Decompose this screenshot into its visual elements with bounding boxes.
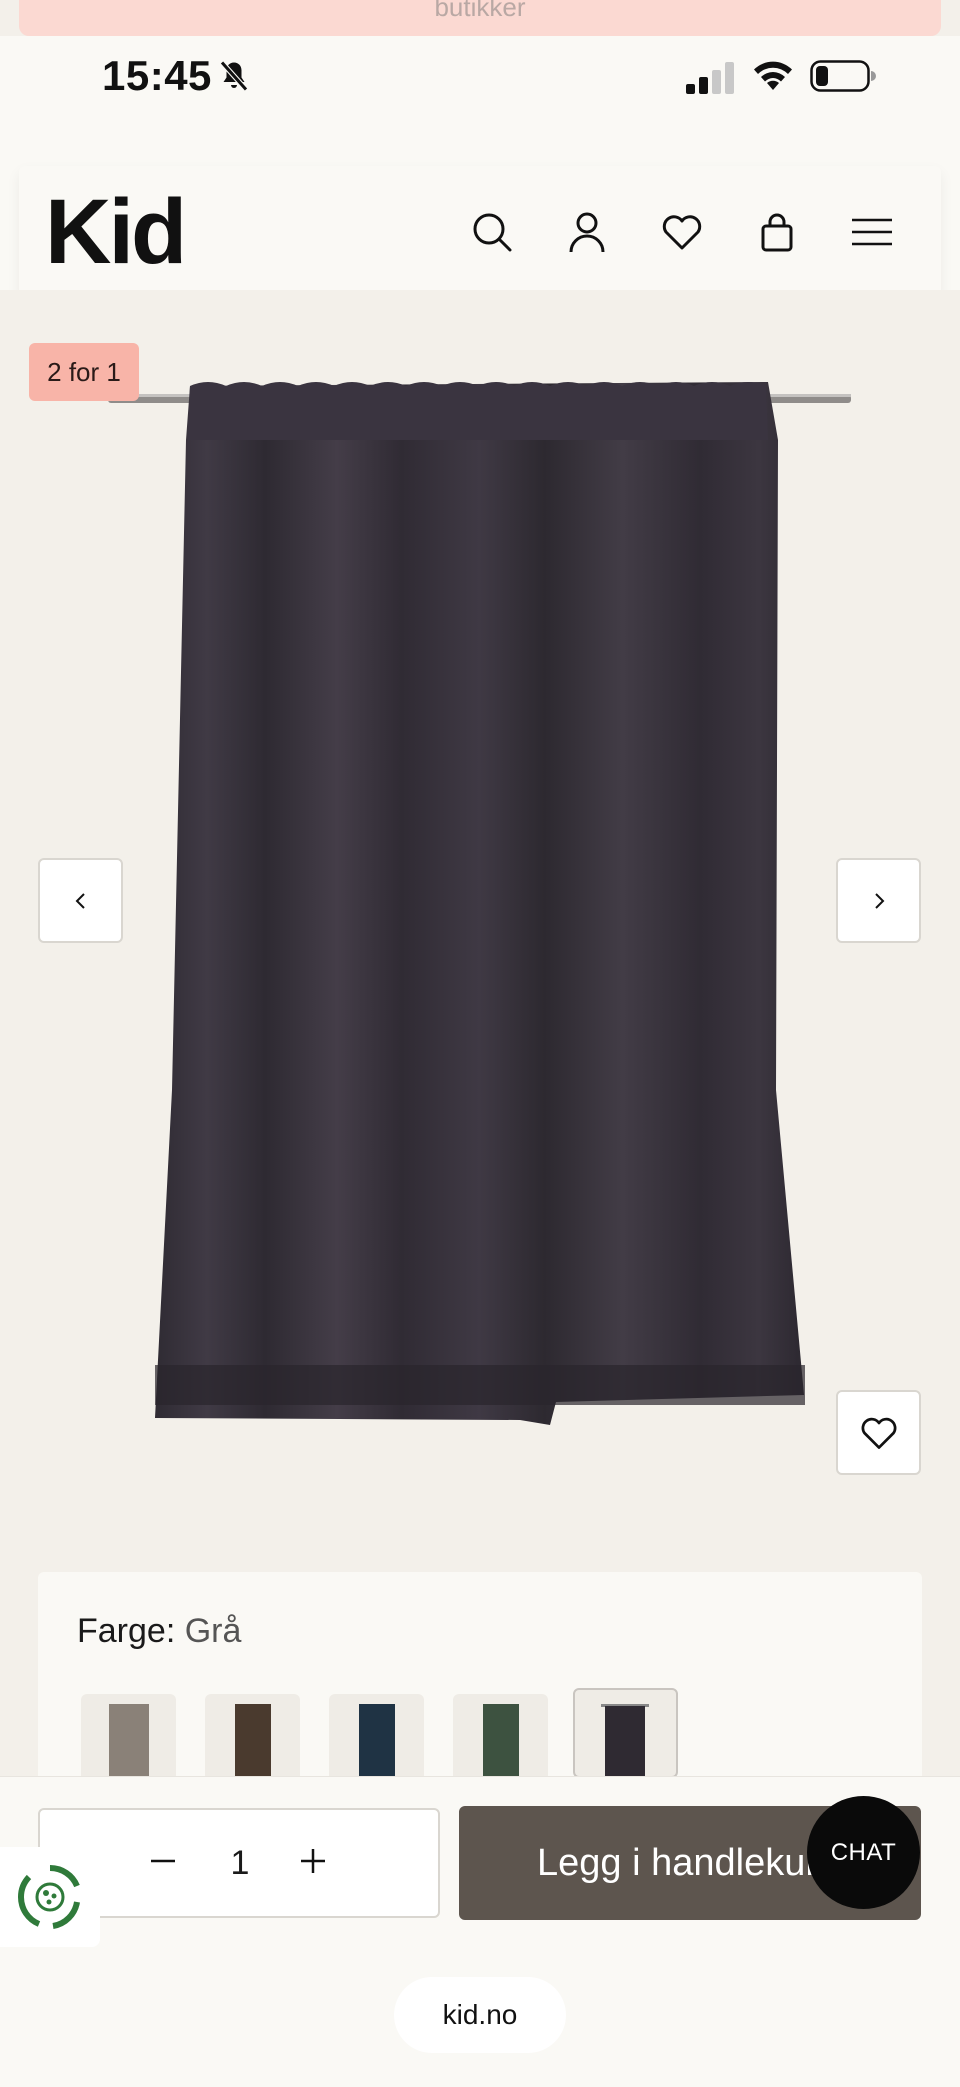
curtain-thumbnail <box>235 1704 271 1784</box>
chevron-left-icon <box>75 892 85 909</box>
wishlist-icon[interactable] <box>660 210 704 254</box>
account-icon[interactable] <box>565 210 609 254</box>
color-label: Farge: Grå <box>77 1612 241 1651</box>
quantity-value[interactable]: 1 <box>220 1844 260 1883</box>
next-image-button[interactable] <box>836 858 921 943</box>
promo-banner[interactable]: butikker <box>19 0 941 36</box>
color-selector: Farge: Grå <box>38 1572 922 1784</box>
status-time: 15:45 <box>102 52 212 99</box>
chat-button[interactable]: CHAT <box>807 1796 920 1909</box>
search-icon[interactable] <box>470 210 514 254</box>
minus-icon[interactable] <box>148 1846 178 1876</box>
site-header: Kid <box>19 166 941 300</box>
plus-icon[interactable] <box>298 1846 328 1876</box>
url-bar[interactable]: kid.no <box>394 1977 566 2053</box>
chevron-right-icon <box>874 892 884 909</box>
wifi-icon <box>754 61 792 90</box>
recycle-icon <box>17 1864 80 1929</box>
curtain-thumbnail <box>359 1704 395 1784</box>
curtain-thumbnail <box>601 1704 649 1776</box>
menu-icon[interactable] <box>850 210 894 254</box>
product-image[interactable] <box>0 290 960 1520</box>
kid-logo[interactable]: Kid <box>45 186 187 278</box>
color-label-value: Grå <box>184 1612 242 1650</box>
battery-icon <box>810 60 876 92</box>
color-label-title: Farge: <box>77 1612 176 1650</box>
prev-image-button[interactable] <box>38 858 123 943</box>
add-to-wishlist-button[interactable] <box>836 1390 921 1475</box>
color-swatch-beige[interactable] <box>81 1694 176 1784</box>
bell-off-icon <box>220 60 248 92</box>
recycle-badge[interactable] <box>0 1847 100 1947</box>
cellular-signal-icon <box>686 62 734 94</box>
curtain-thumbnail <box>483 1704 519 1784</box>
color-swatch-brown[interactable] <box>205 1694 300 1784</box>
curtain-thumbnail <box>109 1704 149 1784</box>
bag-icon[interactable] <box>755 210 799 254</box>
color-swatch-gra[interactable] <box>573 1688 678 1778</box>
curtain-illustration <box>108 382 851 1425</box>
promo-badge: 2 for 1 <box>29 343 139 401</box>
color-swatch-green[interactable] <box>453 1694 548 1784</box>
status-bar: 15:45 <box>0 36 960 156</box>
color-swatch-navy[interactable] <box>329 1694 424 1784</box>
promo-banner-text: butikker <box>434 0 526 22</box>
heart-icon <box>861 1417 896 1449</box>
